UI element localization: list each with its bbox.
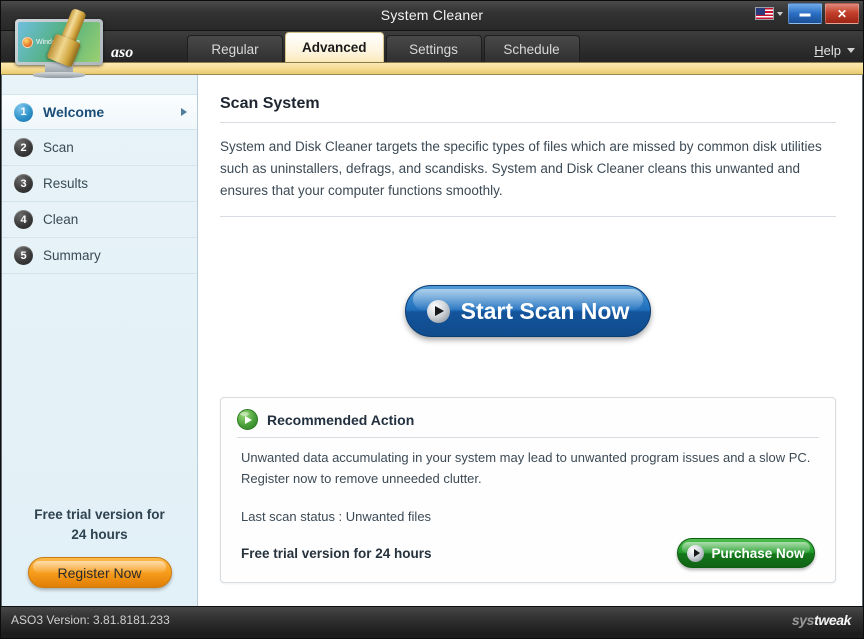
tab-regular-label: Regular <box>211 42 258 57</box>
tab-bar: WindowsVista aso Regular Advanced Settin… <box>1 31 863 62</box>
title-bar: System Cleaner <box>1 1 863 31</box>
step-number-badge: 2 <box>14 138 33 157</box>
play-icon <box>687 545 704 562</box>
help-menu[interactable]: Help <box>814 43 855 58</box>
arrow-right-circle-icon <box>237 409 258 430</box>
tab-schedule-label: Schedule <box>503 42 559 57</box>
tab-advanced[interactable]: Advanced <box>285 32 384 62</box>
systweak-logo: systweak <box>792 612 851 628</box>
trial-notice-line2: 24 hours <box>12 525 187 545</box>
close-button[interactable] <box>825 3 859 24</box>
trial-notice: Free trial version for 24 hours <box>12 505 187 545</box>
page-description: System and Disk Cleaner targets the spec… <box>220 123 836 216</box>
tab-advanced-label: Advanced <box>302 40 367 55</box>
recommended-action-header: Recommended Action <box>237 409 819 430</box>
sidebar-item-label: Clean <box>43 212 78 227</box>
trial-status-text: Free trial version for 24 hours <box>241 546 432 561</box>
play-icon <box>427 300 450 323</box>
window-title: System Cleaner <box>1 7 863 23</box>
chevron-down-icon <box>847 48 855 53</box>
tab-schedule[interactable]: Schedule <box>484 35 580 62</box>
start-scan-label: Start Scan Now <box>461 298 630 325</box>
windows-orb-icon <box>22 37 33 48</box>
application-window: System Cleaner WindowsVista <box>0 0 864 639</box>
sidebar-item-label: Scan <box>43 140 74 155</box>
status-bar: ASO3 Version: 3.81.8181.233 systweak <box>1 606 863 632</box>
purchase-now-label: Purchase Now <box>711 546 804 561</box>
sidebar-item-results[interactable]: 3 Results <box>2 166 197 202</box>
tab-regular[interactable]: Regular <box>187 35 283 62</box>
systweak-logo-tweak: tweak <box>814 612 851 628</box>
sidebar-item-clean[interactable]: 4 Clean <box>2 202 197 238</box>
purchase-now-button[interactable]: Purchase Now <box>677 538 815 568</box>
step-number-badge: 3 <box>14 174 33 193</box>
recommended-action-body: Unwanted data accumulating in your syste… <box>237 438 819 489</box>
sidebar-item-label: Summary <box>43 248 101 263</box>
minimize-button[interactable] <box>788 3 822 24</box>
scan-button-area: Start Scan Now <box>220 217 836 337</box>
sidebar-item-welcome[interactable]: 1 Welcome <box>2 94 197 130</box>
sidebar-item-label: Results <box>43 176 88 191</box>
step-number-badge: 4 <box>14 210 33 229</box>
sidebar-item-label: Welcome <box>43 104 104 120</box>
register-now-button[interactable]: Register Now <box>28 557 172 588</box>
step-list: 1 Welcome 2 Scan 3 Results 4 Clean <box>2 75 197 274</box>
main-content: Scan System System and Disk Cleaner targ… <box>198 75 862 606</box>
monitor-screen-label: WindowsVista <box>36 39 80 46</box>
recommended-action-footer: Free trial version for 24 hours Purchase… <box>237 524 819 568</box>
recommended-action-title: Recommended Action <box>267 412 414 428</box>
sidebar: 1 Welcome 2 Scan 3 Results 4 Clean <box>2 75 198 606</box>
page-title: Scan System <box>220 95 836 113</box>
trial-notice-line1: Free trial version for <box>12 505 187 525</box>
accent-band <box>1 62 863 75</box>
register-now-label: Register Now <box>57 565 141 581</box>
last-scan-status: Last scan status : Unwanted files <box>237 489 819 524</box>
tab-settings-label: Settings <box>409 42 458 57</box>
window-controls <box>753 3 859 24</box>
chevron-right-icon <box>181 108 187 116</box>
systweak-logo-sys: sys <box>792 612 814 628</box>
step-number-badge: 1 <box>14 103 33 122</box>
help-label: Help <box>814 43 841 58</box>
us-flag-icon <box>755 7 774 20</box>
sidebar-promo: Free trial version for 24 hours Register… <box>2 505 197 606</box>
sidebar-item-summary[interactable]: 5 Summary <box>2 238 197 274</box>
aso-wordmark: aso <box>111 44 133 62</box>
language-selector[interactable] <box>753 5 785 22</box>
version-text: ASO3 Version: 3.81.8181.233 <box>11 613 170 627</box>
chevron-down-icon <box>777 12 783 16</box>
tab-settings[interactable]: Settings <box>386 35 482 62</box>
sidebar-item-scan[interactable]: 2 Scan <box>2 130 197 166</box>
body-area: 1 Welcome 2 Scan 3 Results 4 Clean <box>1 75 863 606</box>
start-scan-button[interactable]: Start Scan Now <box>405 285 651 337</box>
recommended-action-panel: Recommended Action Unwanted data accumul… <box>220 397 836 583</box>
step-number-badge: 5 <box>14 246 33 265</box>
